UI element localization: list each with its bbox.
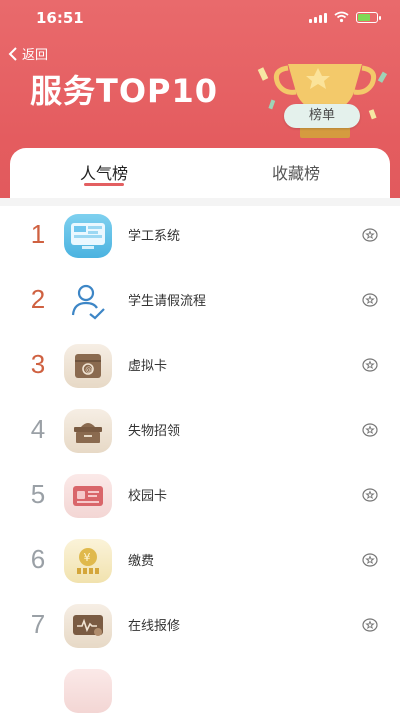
rank-number: 7: [30, 609, 46, 639]
rank-number: 2: [30, 284, 46, 314]
favorite-icon[interactable]: [362, 552, 378, 568]
status-time: 16:51: [36, 9, 84, 27]
tab-card: [10, 148, 390, 204]
rank-number: 1: [30, 219, 46, 249]
tab-popular[interactable]: 人气榜: [80, 160, 128, 184]
id-card-icon: [64, 474, 112, 518]
list-item[interactable]: 5 校园卡: [0, 466, 400, 531]
status-icons: [309, 11, 381, 23]
partial-app-icon: [64, 669, 112, 713]
favorite-icon[interactable]: [362, 422, 378, 438]
svg-text:¥: ¥: [84, 551, 91, 564]
list-item[interactable]: 1 学工系统: [0, 206, 400, 271]
chevron-left-icon: [8, 46, 17, 61]
active-tab-indicator: [84, 183, 124, 186]
status-bar: 16:51: [0, 0, 400, 36]
service-name: 学生请假流程: [128, 294, 207, 309]
tab-favorites[interactable]: 收藏榜: [272, 160, 320, 184]
repair-icon: [64, 604, 112, 648]
favorite-icon[interactable]: [362, 357, 378, 373]
favorite-icon[interactable]: [362, 617, 378, 633]
wifi-icon: [334, 11, 349, 23]
list-item[interactable]: 4 失物招领: [0, 401, 400, 466]
ranking-list: 1 学工系统 2 学生请假流程 3 @ 虚拟卡 4 失物招领 5 校园卡 6 ¥…: [0, 206, 400, 726]
favorite-icon[interactable]: [362, 292, 378, 308]
back-label: 返回: [22, 48, 49, 63]
page-title: 服务TOP10: [30, 72, 219, 110]
list-item[interactable]: 6 ¥ 缴费: [0, 531, 400, 596]
lost-box-icon: [64, 409, 112, 453]
monitor-icon: [64, 214, 112, 258]
rank-number: 6: [30, 544, 46, 574]
service-name: 失物招领: [128, 424, 181, 439]
service-name: 校园卡: [128, 489, 168, 504]
list-item[interactable]: 3 @ 虚拟卡: [0, 336, 400, 401]
rank-number: 3: [30, 349, 46, 379]
list-item-partial[interactable]: [0, 661, 400, 726]
list-item[interactable]: 2 学生请假流程: [0, 271, 400, 336]
svg-text:@: @: [85, 366, 92, 374]
service-name: 缴费: [128, 554, 155, 569]
ranking-badge: 榜单: [284, 104, 360, 128]
rank-number: 5: [30, 479, 46, 509]
service-name: 在线报修: [128, 619, 181, 634]
favorite-icon[interactable]: [362, 487, 378, 503]
virtual-card-icon: @: [64, 344, 112, 388]
service-name: 虚拟卡: [128, 359, 168, 374]
yen-coin-icon: ¥: [64, 539, 112, 583]
user-check-icon: [64, 279, 112, 323]
favorite-icon[interactable]: [362, 227, 378, 243]
back-button[interactable]: 返回: [8, 44, 48, 63]
list-item[interactable]: 7 在线报修: [0, 596, 400, 661]
cellular-signal-icon: [309, 11, 327, 23]
battery-icon: [356, 11, 381, 23]
rank-number: 4: [30, 414, 46, 444]
section-divider: [0, 198, 400, 206]
service-name: 学工系统: [128, 229, 181, 244]
